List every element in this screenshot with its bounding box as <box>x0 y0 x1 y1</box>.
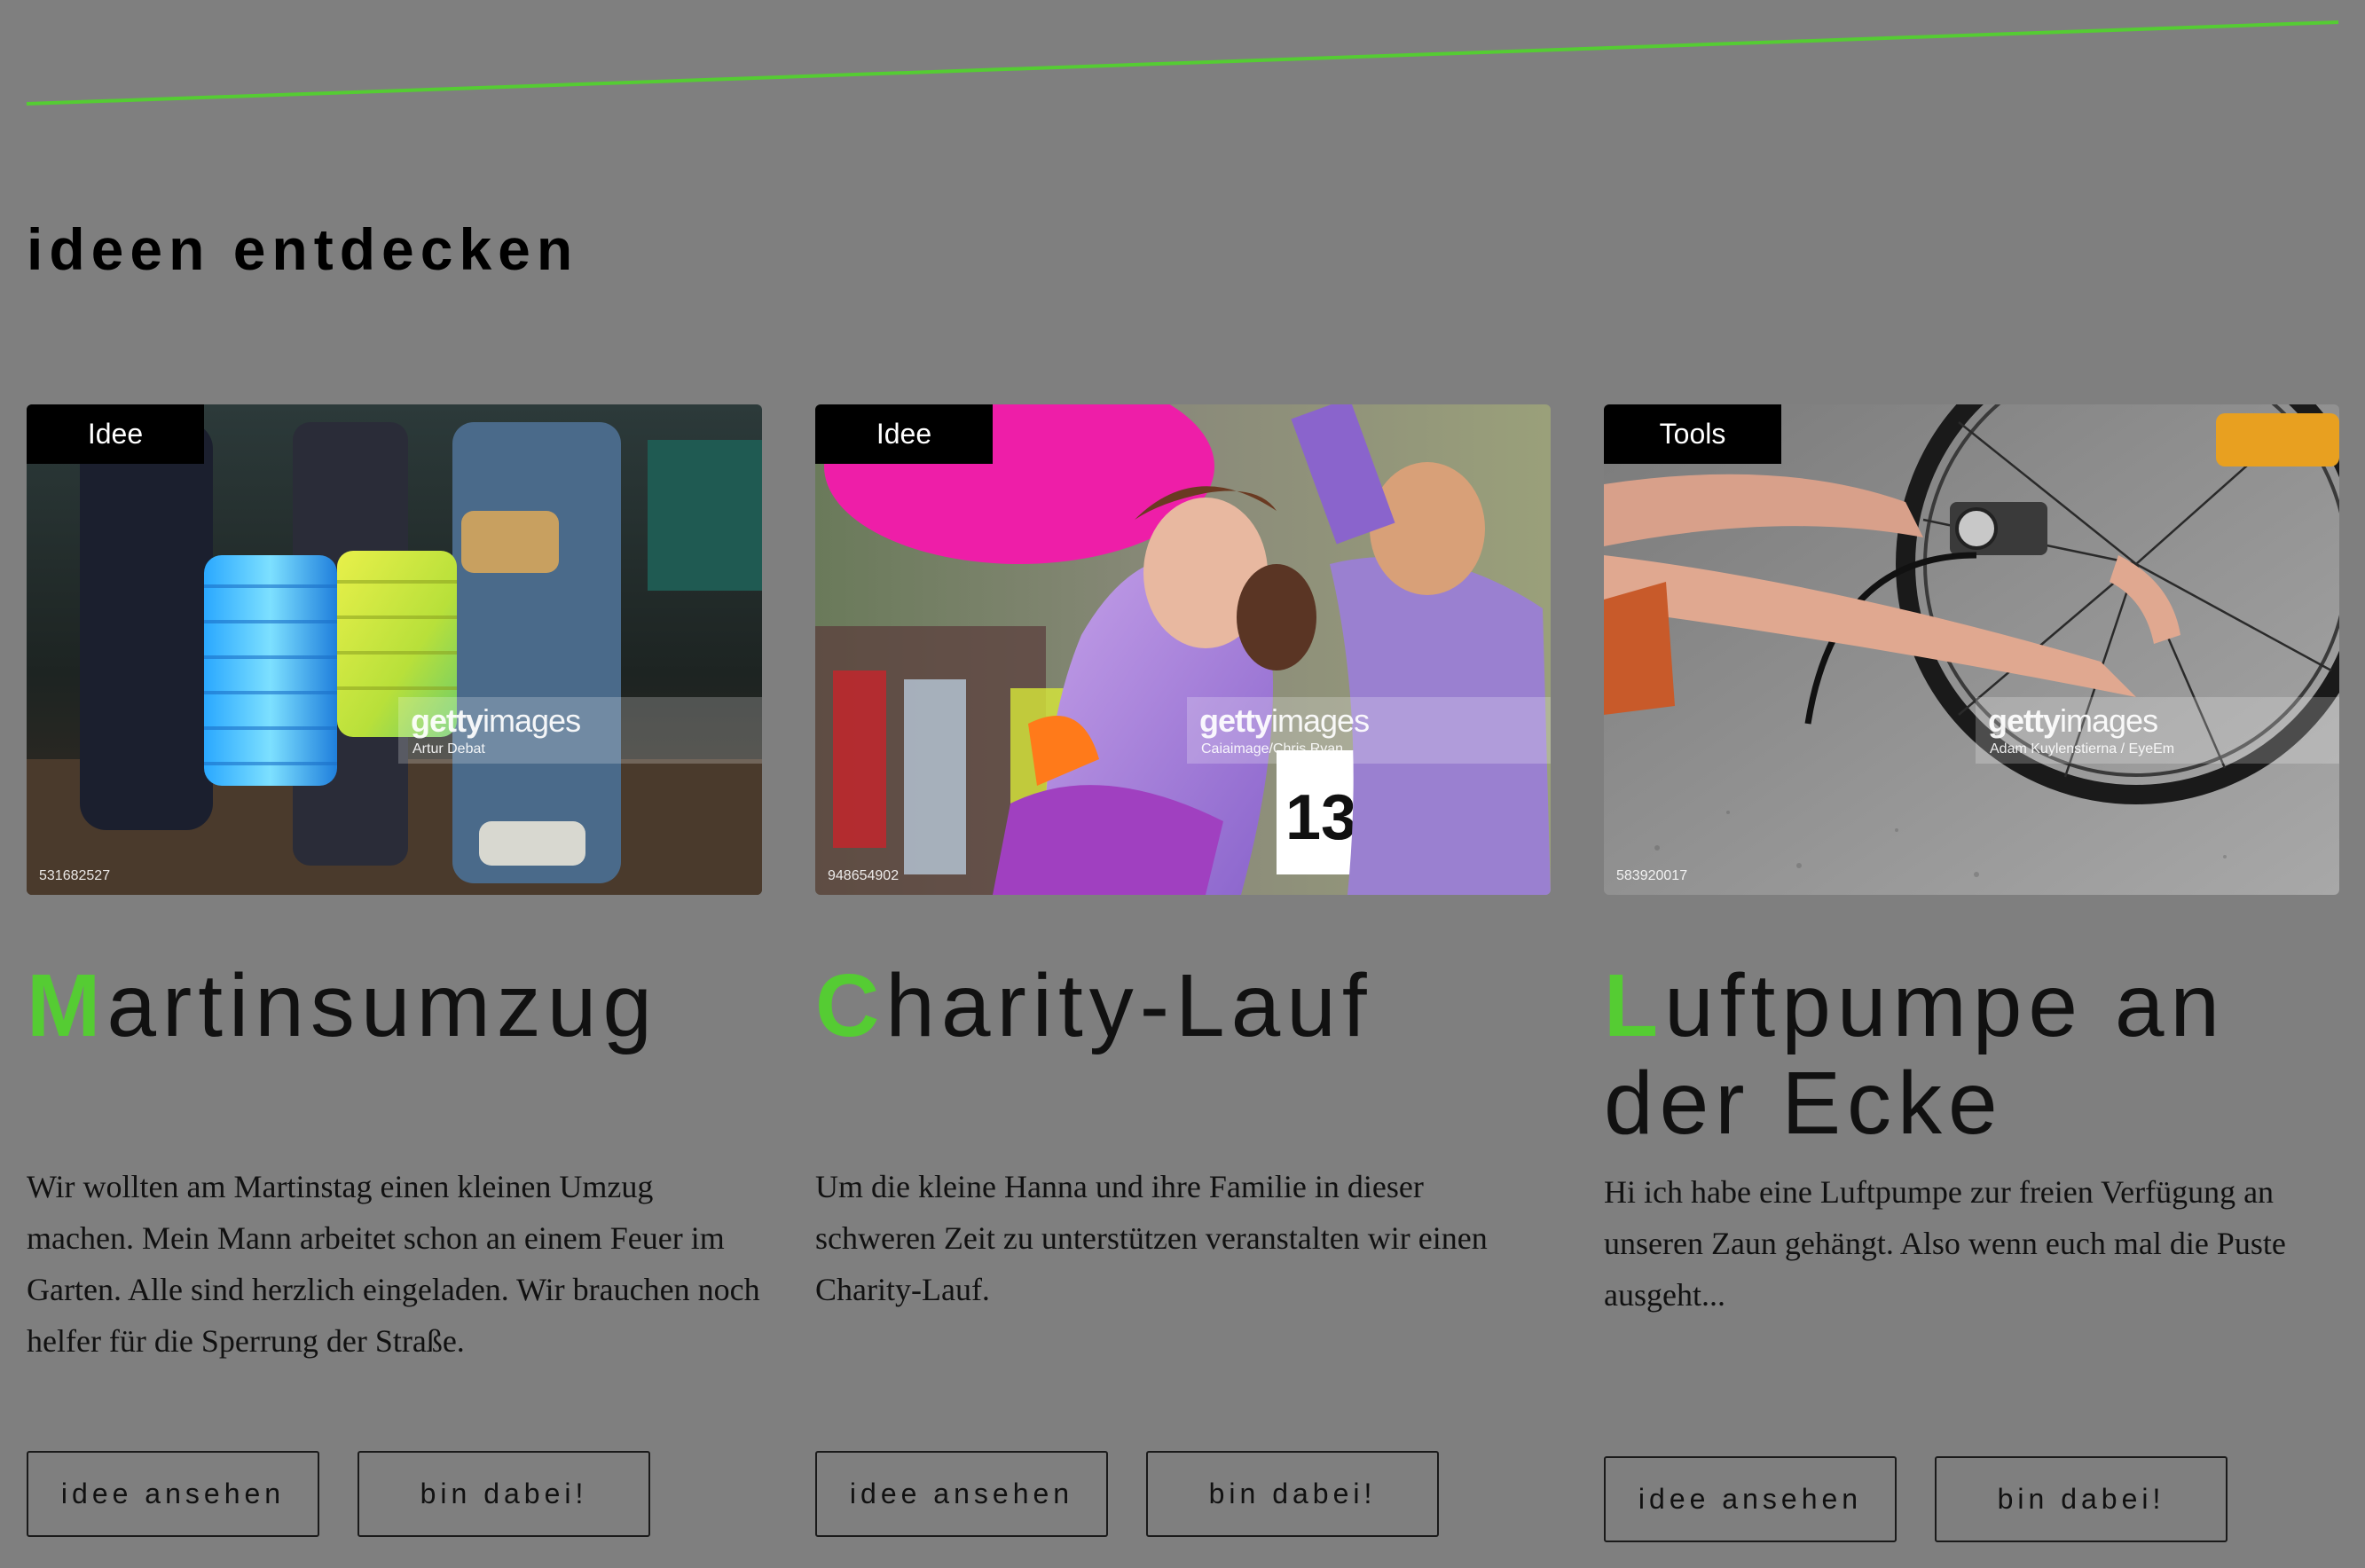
category-tag: Idee <box>815 404 993 464</box>
image-id: 583920017 <box>1616 868 1688 883</box>
bike-pump-photo <box>1604 404 2339 895</box>
getty-watermark: gettyimages Adam Kuylenstierna / EyeEm <box>1976 697 2339 764</box>
idea-card-martinsumzug: Idee gettyimages Artur Debat 531682527 M… <box>27 404 762 1537</box>
view-idea-button[interactable]: idee ansehen <box>27 1451 319 1537</box>
card-image[interactable]: 132 Idee gettyimages Caiaimage/Chris Rya… <box>815 404 1551 895</box>
card-image[interactable]: Tools gettyimages Adam Kuylenstierna / E… <box>1604 404 2339 895</box>
card-title[interactable]: Charity-Lauf <box>815 957 1551 1161</box>
lantern-parade-photo <box>27 404 762 895</box>
join-button[interactable]: bin dabei! <box>1935 1456 2228 1542</box>
title-rest: uftpumpe an der Ecke <box>1604 956 2227 1153</box>
category-tag: Tools <box>1604 404 1781 464</box>
card-description: Hi ich habe eine Luftpumpe zur freien Ve… <box>1604 1174 2286 1313</box>
category-tag: Idee <box>27 404 204 464</box>
title-initial: C <box>815 956 886 1055</box>
photo-credit: Caiaimage/Chris Ryan <box>1201 741 1344 757</box>
idea-card-luftpumpe: Tools gettyimages Adam Kuylenstierna / E… <box>1604 404 2339 1542</box>
getty-logo: gettyimages <box>1199 702 1370 739</box>
getty-watermark: gettyimages Caiaimage/Chris Ryan <box>1187 697 1551 764</box>
card-image[interactable]: Idee gettyimages Artur Debat 531682527 <box>27 404 762 895</box>
title-initial: M <box>27 956 107 1055</box>
idea-card-charity-lauf: 132 Idee gettyimages Caiaimage/Chris Rya… <box>815 404 1551 1537</box>
image-id: 531682527 <box>39 868 111 883</box>
decorative-green-line <box>26 20 2339 106</box>
getty-logo: gettyimages <box>1988 702 2158 739</box>
title-rest: harity-Lauf <box>885 956 1373 1055</box>
section-title: ideen entdecken <box>27 216 579 282</box>
card-title[interactable]: Luftpumpe an der Ecke <box>1604 957 2339 1161</box>
title-rest: artinsumzug <box>106 956 658 1055</box>
title-initial: L <box>1604 956 1665 1055</box>
card-title[interactable]: Martinsumzug <box>27 957 762 1161</box>
view-idea-button[interactable]: idee ansehen <box>815 1451 1108 1537</box>
photo-credit: Artur Debat <box>412 741 485 757</box>
card-description: Um die kleine Hanna und ihre Familie in … <box>815 1169 1488 1307</box>
join-button[interactable]: bin dabei! <box>358 1451 650 1537</box>
card-description: Wir wollten am Martinstag einen kleinen … <box>27 1169 760 1359</box>
join-button[interactable]: bin dabei! <box>1146 1451 1439 1537</box>
view-idea-button[interactable]: idee ansehen <box>1604 1456 1897 1542</box>
getty-watermark: gettyimages Artur Debat <box>398 697 762 764</box>
photo-credit: Adam Kuylenstierna / EyeEm <box>1990 741 2175 757</box>
image-id: 948654902 <box>828 868 900 883</box>
getty-logo: gettyimages <box>411 702 581 739</box>
charity-run-photo: 132 <box>815 404 1551 895</box>
